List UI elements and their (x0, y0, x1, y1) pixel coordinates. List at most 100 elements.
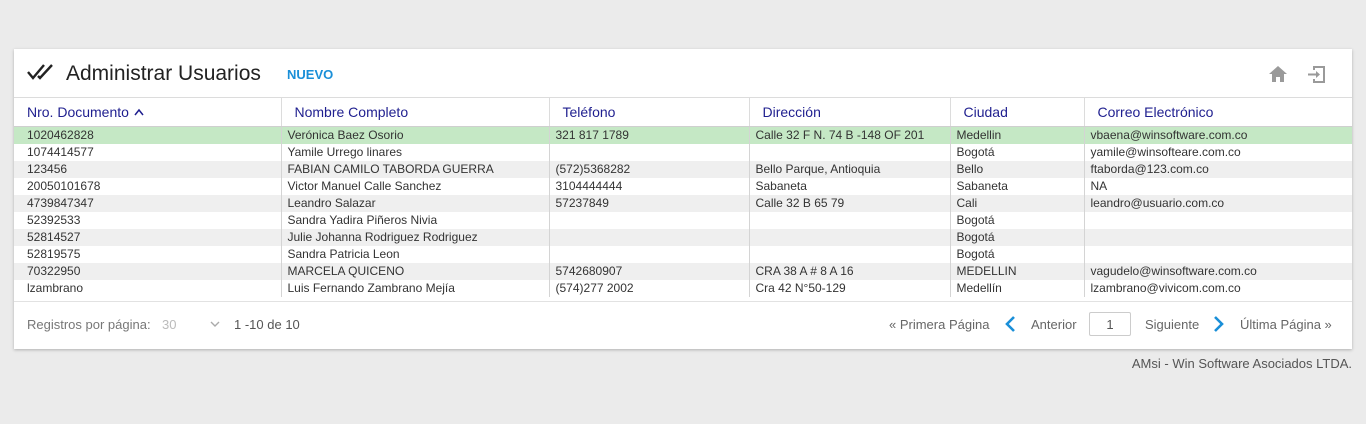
page-title: Administrar Usuarios (66, 62, 261, 85)
cell-email: vagudelo@winsoftware.com.co (1083, 263, 1352, 280)
cell-city: Bello (949, 161, 1084, 178)
cell-document: lzambrano (27, 281, 84, 295)
cell-document: 4739847347 (14, 195, 281, 212)
cell-document: 52819575 (27, 247, 81, 261)
cell-email: lzambrano@vivicom.com.co (1083, 280, 1352, 297)
cell-document: 52392533 (27, 213, 81, 227)
cell-phone (548, 144, 749, 161)
previous-page-link[interactable]: Anterior (1031, 317, 1077, 332)
users-table: Nro. Documento Nombre Completo Teléfono … (14, 97, 1352, 297)
table-row[interactable]: 52392533 Sandra Yadira Piñeros Nivia Bogot… (14, 212, 1352, 229)
cell-phone: (572)5368282 (548, 161, 749, 178)
cell-city: Bogotá (949, 229, 1084, 246)
card-header: Administrar Usuarios NUEVO (14, 49, 1352, 97)
cell-name: FABIAN CAMILO TABORDA GUERRA (280, 161, 549, 178)
cell-document: 1020462828 (14, 126, 281, 144)
chevron-down-icon (210, 321, 220, 327)
cell-phone: 5742680907 (548, 263, 749, 280)
cell-address (748, 246, 950, 263)
cell-name: Julie Johanna Rodriguez Rodriguez (280, 229, 549, 246)
exit-icon[interactable] (1307, 65, 1327, 84)
double-check-icon (27, 64, 53, 80)
table-row[interactable]: 52814527 Julie Johanna Rodriguez Rodrigue… (14, 229, 1352, 246)
cell-name: MARCELA QUICENO (280, 263, 549, 280)
cell-phone: 57237849 (548, 195, 749, 212)
table-row[interactable]: 1074414577 Yamile Urrego linares Bogotá yam… (14, 144, 1352, 161)
chevron-right-icon[interactable] (1213, 315, 1225, 333)
cell-city: Medellin (949, 126, 1084, 144)
table-row[interactable]: 123456 FABIAN CAMILO TABORDA GUERRA (572)5… (14, 161, 1352, 178)
cell-city: MEDELLIN (949, 263, 1084, 280)
cell-email: NA (1083, 178, 1352, 195)
cell-address: Bello Parque, Antioquia (748, 161, 950, 178)
column-header-address[interactable]: Dirección (748, 97, 950, 127)
cell-city: Bogotá (949, 212, 1084, 229)
cell-address: CRA 38 A # 8 A 16 (748, 263, 950, 280)
records-range: 1 -10 de 10 (234, 317, 300, 332)
cell-name: Luis Fernando Zambrano Mejía (280, 280, 549, 297)
cell-address (748, 144, 950, 161)
cell-city: Bogotá (949, 246, 1084, 263)
table-row[interactable]: 20050101678 Victor Manuel Calle Sanchez 31… (14, 178, 1352, 195)
cell-city: Bogotá (949, 144, 1084, 161)
column-header-document[interactable]: Nro. Documento (14, 97, 281, 127)
cell-email (1083, 212, 1352, 229)
cell-city: Medellín (949, 280, 1084, 297)
cell-document: 123456 (14, 161, 281, 178)
last-page-link[interactable]: Última Página » (1240, 317, 1332, 332)
cell-document: 1074414577 (27, 145, 94, 159)
first-page-link[interactable]: « Primera Página (889, 317, 989, 332)
cell-email: vbaena@winsoftware.com.co (1083, 126, 1352, 144)
sort-ascending-icon[interactable] (134, 108, 144, 116)
cell-document: 20050101678 (27, 179, 101, 193)
cell-email: yamile@winsofteare.com.co (1083, 144, 1352, 161)
per-page-value: 30 (162, 317, 177, 332)
cell-city: Sabaneta (949, 178, 1084, 195)
column-header-email[interactable]: Correo Electrónico (1083, 97, 1352, 127)
cell-city: Cali (949, 195, 1084, 212)
column-header-phone[interactable]: Teléfono (548, 97, 749, 127)
cell-document: 70322950 (14, 263, 281, 280)
chevron-left-icon[interactable] (1004, 315, 1016, 333)
current-page-input[interactable] (1089, 312, 1131, 336)
home-icon[interactable] (1268, 65, 1288, 83)
column-header-name[interactable]: Nombre Completo (280, 97, 549, 127)
cell-address: Calle 32 F N. 74 B -148 OF 201 (748, 126, 950, 144)
new-user-button[interactable]: NUEVO (287, 67, 333, 83)
cell-phone: (574)277 2002 (548, 280, 749, 297)
table-row[interactable]: 4739847347 Leandro Salazar 57237849 Calle 3… (14, 195, 1352, 212)
column-header-city[interactable]: Ciudad (949, 97, 1084, 127)
cell-address: Calle 32 B 65 79 (748, 195, 950, 212)
cell-address: Cra 42 N°50-129 (748, 280, 950, 297)
per-page-select[interactable]: 30 (162, 313, 220, 337)
column-header-label: Nro. Documento (27, 104, 129, 120)
pagination-footer: Registros por página: 30 1 -10 de 10 « P… (14, 301, 1352, 350)
cell-name: Verónica Baez Osorio (280, 126, 549, 144)
cell-email (1083, 229, 1352, 246)
cell-phone (548, 229, 749, 246)
table-row[interactable]: 1020462828 Verónica Baez Osorio 321 817 17… (14, 126, 1352, 144)
cell-phone (548, 246, 749, 263)
table-row[interactable]: 52819575 Sandra Patricia Leon Bogotá (14, 246, 1352, 263)
users-card: Administrar Usuarios NUEVO Nro. Document… (14, 49, 1352, 349)
cell-document: 52814527 (14, 229, 281, 246)
footer-credit: AMsi - Win Software Asociados LTDA. (1131, 356, 1352, 371)
cell-name: Yamile Urrego linares (280, 144, 549, 161)
cell-email: ftaborda@123.com.co (1083, 161, 1352, 178)
table-row[interactable]: 70322950 MARCELA QUICENO 5742680907 CRA 38 … (14, 263, 1352, 280)
cell-email: leandro@usuario.com.co (1083, 195, 1352, 212)
cell-address (748, 212, 950, 229)
cell-address (748, 229, 950, 246)
cell-name: Sandra Patricia Leon (280, 246, 549, 263)
cell-email (1083, 246, 1352, 263)
table-header-row: Nro. Documento Nombre Completo Teléfono … (14, 97, 1352, 127)
cell-name: Victor Manuel Calle Sanchez (280, 178, 549, 195)
cell-phone: 321 817 1789 (548, 126, 749, 144)
per-page-label: Registros por página: (27, 317, 151, 332)
table-row[interactable]: lzambrano Luis Fernando Zambrano Mejía (57… (14, 280, 1352, 297)
cell-phone: 3104444444 (548, 178, 749, 195)
next-page-link[interactable]: Siguiente (1145, 317, 1199, 332)
cell-phone (548, 212, 749, 229)
cell-address: Sabaneta (748, 178, 950, 195)
cell-name: Leandro Salazar (280, 195, 549, 212)
